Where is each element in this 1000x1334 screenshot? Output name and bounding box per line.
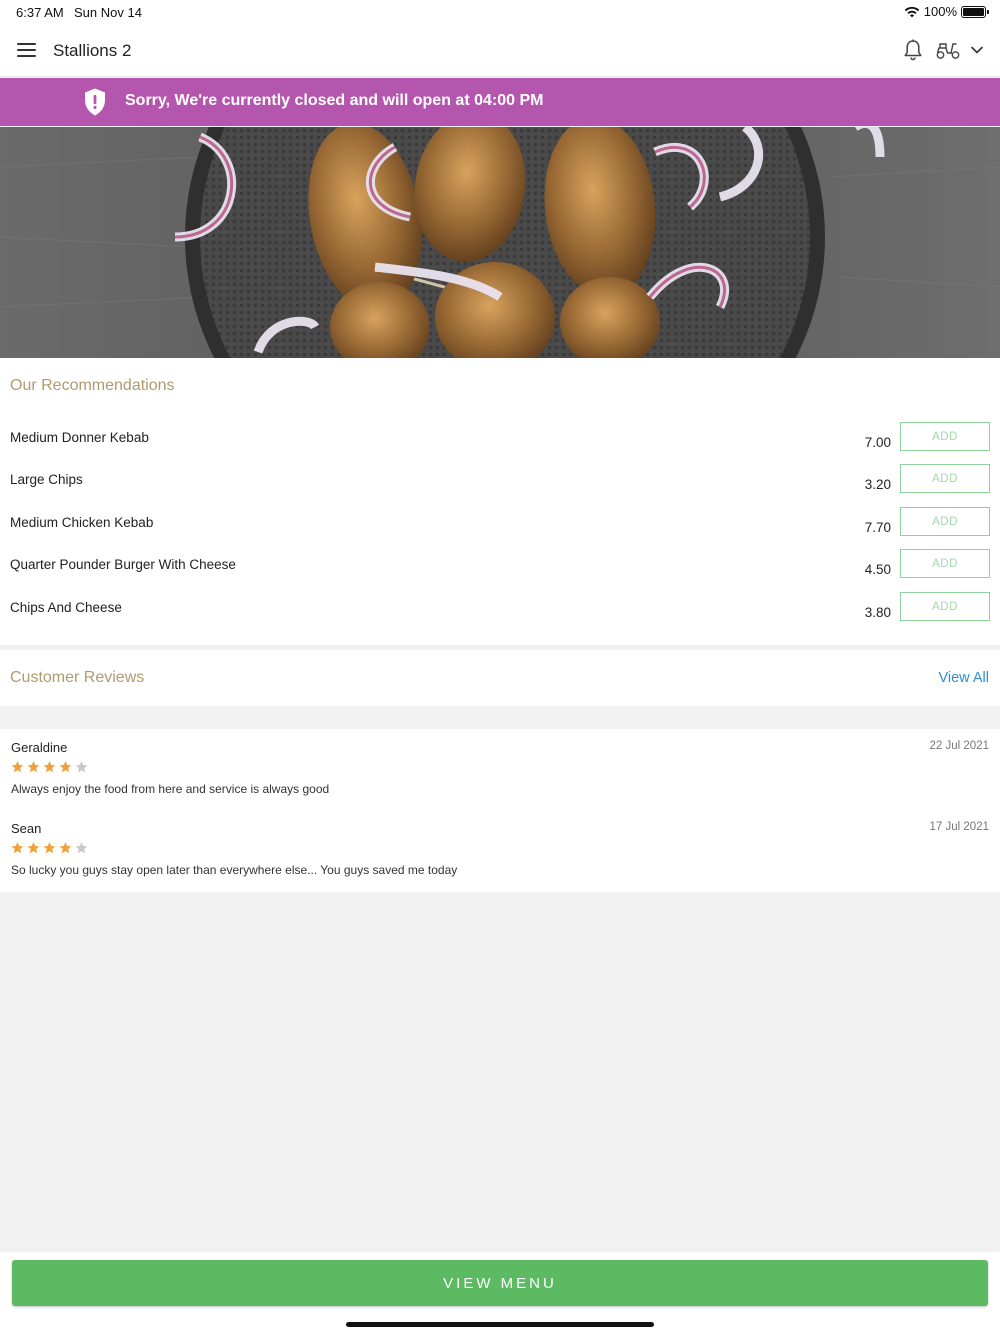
star-rating [10,760,89,774]
wifi-icon [904,6,919,17]
review-date: 17 Jul 2021 [929,821,989,833]
recommendation-item: Quarter Pounder Burger With Cheese 4.50 … [0,549,1000,599]
review-text: So lucky you guys stay open later than e… [11,863,458,877]
item-name: Large Chips [10,472,83,487]
review-text: Always enjoy the food from here and serv… [11,782,330,796]
add-button[interactable]: ADD [900,549,990,578]
add-button[interactable]: ADD [900,464,990,493]
star-icon [11,761,24,773]
closed-message: Sorry, We're currently closed and will o… [125,92,544,109]
review-date: 22 Jul 2021 [929,740,989,752]
star-icon [43,761,56,773]
view-menu-button[interactable]: VIEW MENU [12,1260,988,1306]
status-date: Sun Nov 14 [74,5,142,20]
app-header: Stallions 2 [0,24,1000,77]
chevron-down-icon[interactable] [968,41,986,59]
store-name: Stallions 2 [53,41,132,60]
review-author: Geraldine [11,740,68,755]
recommendation-item: Medium Chicken Kebab 7.70 ADD [0,507,1000,557]
star-icon [59,842,72,854]
recommendations-title: Our Recommendations [10,377,175,394]
item-name: Medium Donner Kebab [10,430,149,445]
item-name: Quarter Pounder Burger With Cheese [10,557,236,572]
star-icon [27,842,40,854]
review-item: Geraldine 22 Jul 2021 Always enjoy the f… [0,740,1000,820]
review-author: Sean [11,821,42,836]
recommendation-item: Medium Donner Kebab 7.00 ADD [0,422,1000,472]
star-icon [75,842,88,854]
star-icon [27,761,40,773]
item-price: 7.00 [864,435,891,450]
review-item: Sean 17 Jul 2021 So lucky you guys stay … [0,821,1000,901]
shield-alert-icon [85,88,105,116]
status-right: 100% [904,4,989,19]
item-price: 7.70 [864,520,891,535]
home-indicator [346,1322,654,1327]
star-icon [59,761,72,773]
add-button[interactable]: ADD [900,422,990,451]
star-rating [10,841,89,855]
menu-icon[interactable] [17,43,36,57]
reviews-title: Customer Reviews [10,669,145,686]
recommendations-section: Our Recommendations Medium Donner Kebab … [0,358,1000,645]
item-price: 3.80 [864,605,891,620]
star-icon [43,842,56,854]
item-name: Chips And Cheese [10,600,122,615]
item-price: 3.20 [864,477,891,492]
closed-banner: Sorry, We're currently closed and will o… [0,78,1000,126]
reviews-list: Geraldine 22 Jul 2021 Always enjoy the f… [0,729,1000,892]
bottom-bar: VIEW MENU [0,1252,1000,1334]
bell-icon[interactable] [901,38,925,62]
item-name: Medium Chicken Kebab [10,515,154,530]
recommendation-item: Chips And Cheese 3.80 ADD [0,592,1000,642]
status-time: 6:37 AM [16,5,64,20]
battery-percent: 100% [923,4,957,19]
battery-icon [961,5,989,18]
recommendation-item: Large Chips 3.20 ADD [0,464,1000,514]
status-bar: 6:37 AM Sun Nov 14 100% [0,0,1000,24]
view-all-link[interactable]: View All [938,670,989,686]
add-button[interactable]: ADD [900,592,990,621]
star-icon [11,842,24,854]
reviews-header: Customer Reviews View All [0,650,1000,706]
star-icon [75,761,88,773]
hero-image [0,127,1000,358]
add-button[interactable]: ADD [900,507,990,536]
item-price: 4.50 [864,562,891,577]
scooter-icon[interactable] [935,38,961,62]
